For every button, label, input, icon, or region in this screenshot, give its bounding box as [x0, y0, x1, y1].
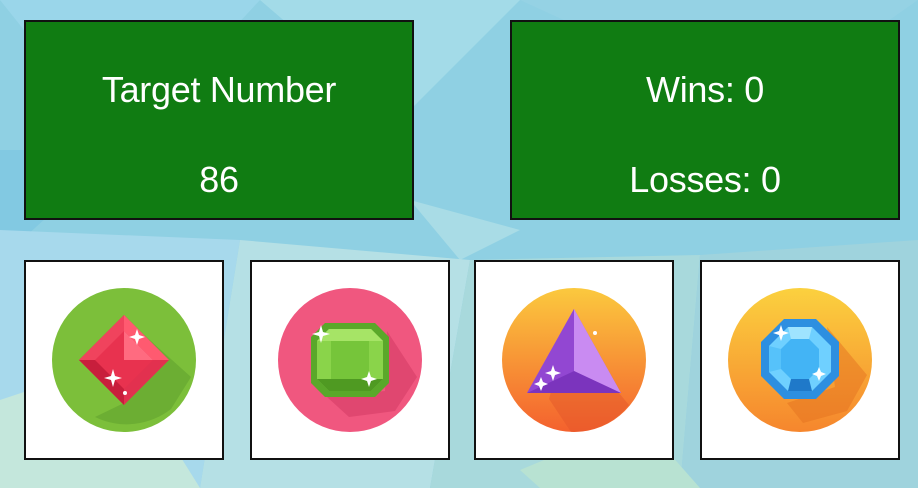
crystal-button-green[interactable] [250, 260, 450, 460]
crystal-button-purple[interactable] [474, 260, 674, 460]
purple-triangle-gem-icon [502, 288, 646, 433]
target-number-panel: Target Number 86 [24, 20, 414, 220]
blue-octagon-gem-icon [728, 288, 872, 432]
score-panel: Wins: 0 Losses: 0 [510, 20, 900, 220]
losses-counter: Losses: 0 [629, 159, 781, 200]
crystal-button-blue[interactable] [700, 260, 900, 460]
crystal-button-red[interactable] [24, 260, 224, 460]
target-number-label: Target Number [101, 69, 337, 110]
green-emerald-gem-icon [278, 288, 422, 432]
target-number-value: 86 [199, 159, 239, 200]
red-diamond-gem-icon [52, 288, 196, 432]
wins-counter: Wins: 0 [646, 69, 764, 110]
